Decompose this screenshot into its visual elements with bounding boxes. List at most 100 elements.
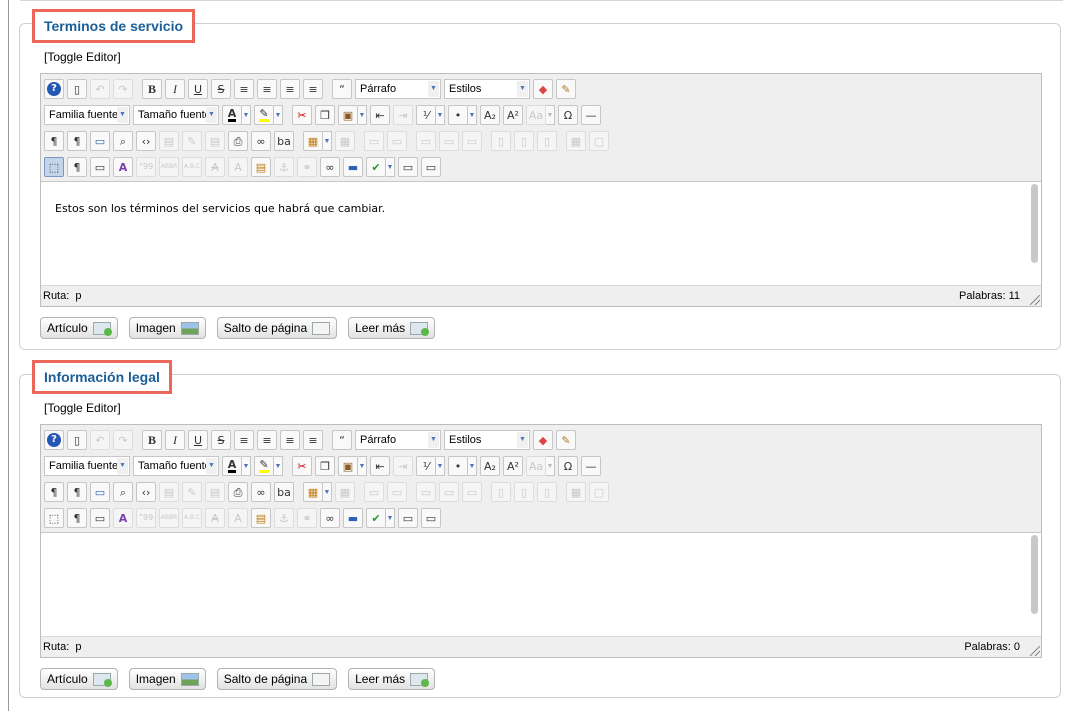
font-family-select[interactable]: Familia fuente ▼ (44, 456, 130, 476)
text-color-dropdown[interactable]: ▼ (242, 456, 251, 476)
merge-cells-button[interactable]: ▢ (589, 131, 609, 151)
outdent-button[interactable]: ⇤ (370, 105, 390, 125)
layer-button[interactable]: ▭ (90, 157, 110, 177)
layer-button[interactable]: ▭ (90, 508, 110, 528)
undo-button[interactable]: ↶ (90, 79, 110, 99)
superscript-button[interactable]: A² (503, 105, 523, 125)
image-button[interactable]: ▬ (343, 508, 363, 528)
ltr-button[interactable]: ¶ (44, 482, 64, 502)
copy-button[interactable]: ❐ (315, 105, 335, 125)
show-blocks-button[interactable]: ¶ (67, 508, 87, 528)
insert-table-button[interactable]: ▦ (303, 131, 323, 151)
page-break-button[interactable]: Salto de página (216, 668, 338, 690)
format-select[interactable]: Párrafo ▼ (355, 430, 441, 450)
abbr-button[interactable]: ABBR (159, 157, 179, 177)
bullet-list-dropdown[interactable]: ▼ (468, 105, 477, 125)
paste-text-button[interactable]: ▤ (205, 482, 225, 502)
spellcheck-button[interactable]: ✔ (366, 508, 386, 528)
cleanup-button[interactable]: ✎ (556, 430, 576, 450)
cleanup-button[interactable]: ✎ (556, 79, 576, 99)
show-blocks-button[interactable]: ¶ (67, 157, 87, 177)
attributes-button[interactable]: ▤ (251, 157, 271, 177)
find-button[interactable]: ∞ (251, 131, 271, 151)
del-button[interactable]: A (205, 508, 225, 528)
html-source-button[interactable]: ‹› (136, 131, 156, 151)
ins-button[interactable]: A (228, 508, 248, 528)
ltr-button[interactable]: ¶ (44, 131, 64, 151)
readmore-button[interactable]: ▭ (421, 157, 441, 177)
row-props-button[interactable]: ▭ (364, 482, 384, 502)
insert-table-dropdown[interactable]: ▼ (323, 131, 332, 151)
image-insert-button[interactable]: Imagen (128, 317, 206, 339)
toggle-editor-link[interactable]: [Toggle Editor] (44, 50, 121, 64)
delete-row-button[interactable]: ▭ (462, 131, 482, 151)
delete-col-button[interactable]: ▯ (537, 131, 557, 151)
cut-button[interactable]: ✂ (292, 105, 312, 125)
path-value[interactable]: p (75, 641, 81, 653)
character-map-dropdown[interactable]: ▼ (546, 105, 555, 125)
paste-button[interactable]: ▣ (338, 456, 358, 476)
subscript-button[interactable]: A₂ (480, 105, 500, 125)
delete-table-button[interactable]: ▦ (335, 131, 355, 151)
font-family-select[interactable]: Familia fuente ▼ (44, 105, 130, 125)
find-button[interactable]: ∞ (251, 482, 271, 502)
justify-left-button[interactable]: ≡ (280, 79, 300, 99)
bullet-list-button[interactable]: • (448, 456, 468, 476)
help-button[interactable]: ? (44, 430, 64, 450)
highlight-color-button[interactable]: ✎ (254, 456, 274, 476)
text-color-dropdown[interactable]: ▼ (242, 105, 251, 125)
replace-button[interactable]: ba (274, 482, 294, 502)
remove-format-button[interactable]: ◆ (533, 79, 553, 99)
col-after-button[interactable]: ▯ (514, 131, 534, 151)
row-before-button[interactable]: ▭ (416, 131, 436, 151)
col-before-button[interactable]: ▯ (491, 131, 511, 151)
anchor-button[interactable]: ⚓ (274, 157, 294, 177)
acronym-button[interactable]: A.B.C (182, 157, 202, 177)
highlight-color-dropdown[interactable]: ▼ (274, 456, 283, 476)
scrollbar-thumb[interactable] (1031, 184, 1038, 263)
split-cells-button[interactable]: ▦ (566, 131, 586, 151)
superscript-button[interactable]: A² (503, 456, 523, 476)
paste-dropdown[interactable]: ▼ (358, 105, 367, 125)
merge-cells-button[interactable]: ▢ (589, 482, 609, 502)
paste-button[interactable]: ▣ (338, 105, 358, 125)
delete-table-button[interactable]: ▦ (335, 482, 355, 502)
delete-row-button[interactable]: ▭ (462, 482, 482, 502)
justify-right-button[interactable]: ≡ (303, 430, 323, 450)
numbered-list-button[interactable]: ⅟ (416, 456, 436, 476)
col-after-button[interactable]: ▯ (514, 482, 534, 502)
visual-aid-button[interactable]: ⬚ (44, 508, 64, 528)
styles-select[interactable]: Estilos ▼ (444, 430, 530, 450)
read-more-button[interactable]: Leer más (348, 317, 436, 339)
fullscreen-button[interactable]: ▭ (90, 482, 110, 502)
redo-button[interactable]: ↷ (113, 79, 133, 99)
editor-content-area[interactable]: Estos son los términos del servicios que… (41, 182, 1041, 286)
pagebreak-button[interactable]: ▭ (398, 508, 418, 528)
unlink-button[interactable]: ⚭ (297, 508, 317, 528)
readmore-button[interactable]: ▭ (421, 508, 441, 528)
subscript-button[interactable]: A₂ (480, 456, 500, 476)
italic-button[interactable]: I (165, 430, 185, 450)
paste-text-button[interactable]: ▤ (205, 131, 225, 151)
blockquote-button[interactable]: “ (332, 79, 352, 99)
horizontal-rule-button[interactable]: — (581, 105, 601, 125)
bullet-list-button[interactable]: • (448, 105, 468, 125)
resize-grip-icon[interactable] (1030, 295, 1040, 305)
preview-button[interactable]: ⌕ (113, 482, 133, 502)
character-map-dropdown[interactable]: ▼ (546, 456, 555, 476)
pagebreak-button[interactable]: ▭ (398, 157, 418, 177)
help-button[interactable]: ? (44, 79, 64, 99)
character-map-button[interactable]: Aa (526, 456, 546, 476)
editor-scrollbar[interactable] (1030, 535, 1039, 634)
text-color-button[interactable]: A (222, 105, 242, 125)
justify-center-button[interactable]: ≡ (257, 79, 277, 99)
visual-aid-button[interactable]: ⬚ (44, 157, 64, 177)
link-button[interactable]: ∞ (320, 508, 340, 528)
justify-right-button[interactable]: ≡ (303, 79, 323, 99)
cell-props-button[interactable]: ▭ (387, 482, 407, 502)
row-props-button[interactable]: ▭ (364, 131, 384, 151)
insert-table-button[interactable]: ▦ (303, 482, 323, 502)
omega-button[interactable]: Ω (558, 105, 578, 125)
del-button[interactable]: A (205, 157, 225, 177)
redo-button[interactable]: ↷ (113, 430, 133, 450)
